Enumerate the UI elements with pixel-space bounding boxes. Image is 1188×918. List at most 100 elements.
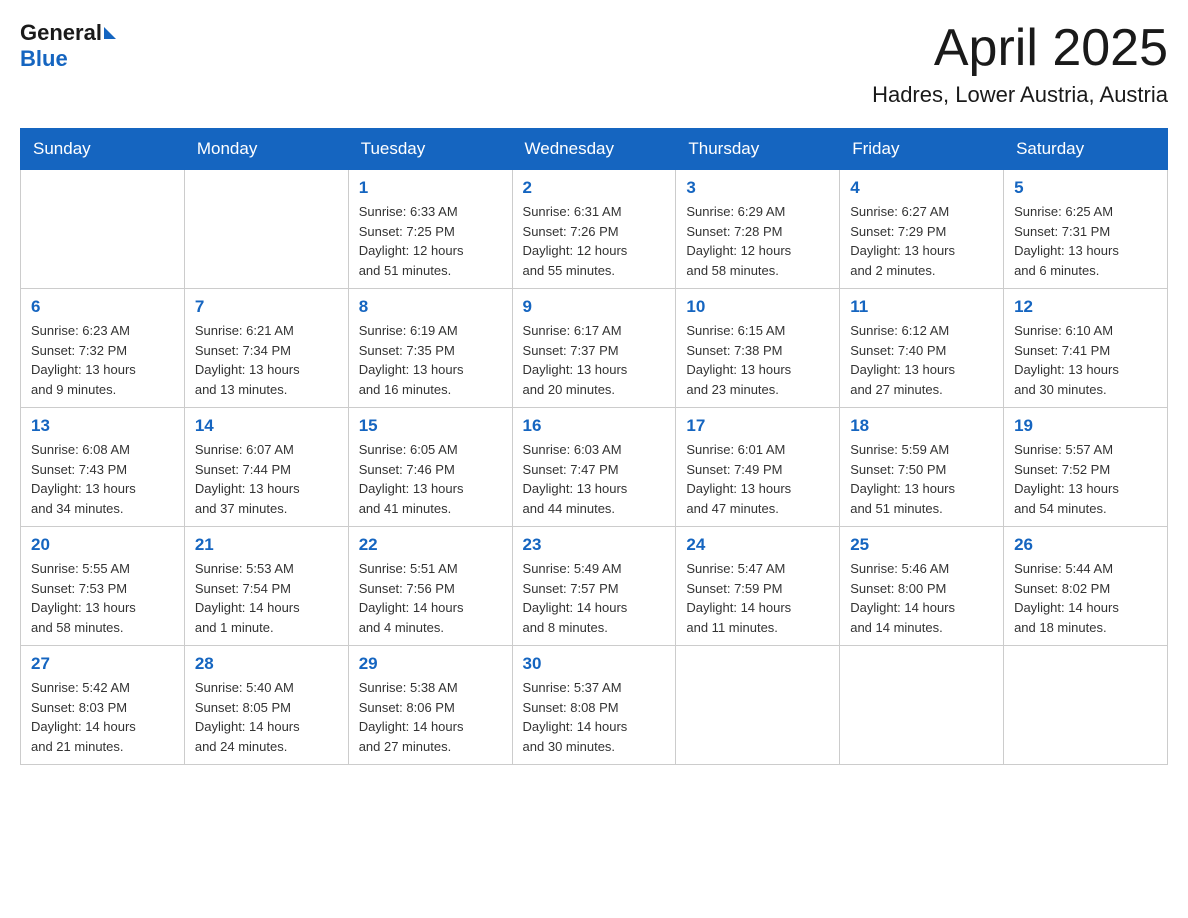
- day-number: 11: [850, 297, 993, 317]
- day-number: 25: [850, 535, 993, 555]
- day-number: 9: [523, 297, 666, 317]
- week-row-4: 20 Sunrise: 5:55 AMSunset: 7:53 PMDayligh…: [21, 527, 1168, 646]
- day-info: Sunrise: 6:03 AMSunset: 7:47 PMDaylight:…: [523, 440, 666, 518]
- day-number: 1: [359, 178, 502, 198]
- weekday-header-monday: Monday: [184, 129, 348, 170]
- day-number: 10: [686, 297, 829, 317]
- week-row-2: 6 Sunrise: 6:23 AMSunset: 7:32 PMDaylight…: [21, 289, 1168, 408]
- day-number: 12: [1014, 297, 1157, 317]
- calendar-cell: 18Sunrise: 5:59 AMSunset: 7:50 PMDayligh…: [840, 408, 1004, 527]
- day-info: Sunrise: 6:01 AMSunset: 7:49 PMDaylight:…: [686, 440, 829, 518]
- day-number: 2: [523, 178, 666, 198]
- calendar-cell: 13Sunrise: 6:08 AMSunset: 7:43 PMDayligh…: [21, 408, 185, 527]
- day-info: Sunrise: 5:57 AMSunset: 7:52 PMDaylight:…: [1014, 440, 1157, 518]
- week-row-1: 1 Sunrise: 6:33 AMSunset: 7:25 PMDaylight…: [21, 170, 1168, 289]
- calendar-cell: 7 Sunrise: 6:21 AMSunset: 7:34 PMDaylight…: [184, 289, 348, 408]
- day-number: 17: [686, 416, 829, 436]
- calendar-cell: 9 Sunrise: 6:17 AMSunset: 7:37 PMDaylight…: [512, 289, 676, 408]
- day-number: 4: [850, 178, 993, 198]
- calendar-cell: 10Sunrise: 6:15 AMSunset: 7:38 PMDayligh…: [676, 289, 840, 408]
- day-info: Sunrise: 6:05 AMSunset: 7:46 PMDaylight:…: [359, 440, 502, 518]
- day-number: 29: [359, 654, 502, 674]
- calendar-cell: 5Sunrise: 6:25 AMSunset: 7:31 PMDaylight…: [1004, 170, 1168, 289]
- calendar-cell: [1004, 646, 1168, 765]
- day-info: Sunrise: 6:10 AMSunset: 7:41 PMDaylight:…: [1014, 321, 1157, 399]
- calendar-cell: [676, 646, 840, 765]
- calendar-cell: 24 Sunrise: 5:47 AMSunset: 7:59 PMDayligh…: [676, 527, 840, 646]
- day-number: 22: [359, 535, 502, 555]
- day-info: Sunrise: 6:21 AMSunset: 7:34 PMDaylight:…: [195, 321, 338, 399]
- calendar-cell: [840, 646, 1004, 765]
- day-info: Sunrise: 5:40 AMSunset: 8:05 PMDaylight:…: [195, 678, 338, 756]
- logo-blue-text: Blue: [20, 46, 68, 72]
- calendar-cell: 23 Sunrise: 5:49 AMSunset: 7:57 PMDayligh…: [512, 527, 676, 646]
- weekday-header-row: SundayMondayTuesdayWednesdayThursdayFrid…: [21, 129, 1168, 170]
- weekday-header-sunday: Sunday: [21, 129, 185, 170]
- title-block: April 2025 Hadres, Lower Austria, Austri…: [872, 20, 1168, 108]
- calendar-cell: [21, 170, 185, 289]
- day-number: 27: [31, 654, 174, 674]
- calendar-cell: 30 Sunrise: 5:37 AMSunset: 8:08 PMDayligh…: [512, 646, 676, 765]
- calendar-table: SundayMondayTuesdayWednesdayThursdayFrid…: [20, 128, 1168, 765]
- day-info: Sunrise: 5:44 AMSunset: 8:02 PMDaylight:…: [1014, 559, 1157, 637]
- day-number: 6: [31, 297, 174, 317]
- calendar-cell: 28 Sunrise: 5:40 AMSunset: 8:05 PMDayligh…: [184, 646, 348, 765]
- logo-arrow-icon: [104, 27, 116, 39]
- calendar-cell: 2 Sunrise: 6:31 AMSunset: 7:26 PMDaylight…: [512, 170, 676, 289]
- calendar-cell: 22 Sunrise: 5:51 AMSunset: 7:56 PMDayligh…: [348, 527, 512, 646]
- weekday-header-tuesday: Tuesday: [348, 129, 512, 170]
- day-info: Sunrise: 5:59 AMSunset: 7:50 PMDaylight:…: [850, 440, 993, 518]
- week-row-5: 27 Sunrise: 5:42 AMSunset: 8:03 PMDayligh…: [21, 646, 1168, 765]
- calendar-cell: 4 Sunrise: 6:27 AMSunset: 7:29 PMDaylight…: [840, 170, 1004, 289]
- calendar-cell: [184, 170, 348, 289]
- calendar-cell: 21Sunrise: 5:53 AMSunset: 7:54 PMDayligh…: [184, 527, 348, 646]
- weekday-header-saturday: Saturday: [1004, 129, 1168, 170]
- day-number: 16: [523, 416, 666, 436]
- day-info: Sunrise: 5:51 AMSunset: 7:56 PMDaylight:…: [359, 559, 502, 637]
- calendar-cell: 25Sunrise: 5:46 AMSunset: 8:00 PMDayligh…: [840, 527, 1004, 646]
- week-row-3: 13Sunrise: 6:08 AMSunset: 7:43 PMDayligh…: [21, 408, 1168, 527]
- calendar-cell: 14Sunrise: 6:07 AMSunset: 7:44 PMDayligh…: [184, 408, 348, 527]
- day-info: Sunrise: 5:53 AMSunset: 7:54 PMDaylight:…: [195, 559, 338, 637]
- day-info: Sunrise: 6:31 AMSunset: 7:26 PMDaylight:…: [523, 202, 666, 280]
- day-number: 14: [195, 416, 338, 436]
- day-number: 15: [359, 416, 502, 436]
- calendar-cell: 20 Sunrise: 5:55 AMSunset: 7:53 PMDayligh…: [21, 527, 185, 646]
- day-info: Sunrise: 5:47 AMSunset: 7:59 PMDaylight:…: [686, 559, 829, 637]
- calendar-cell: 15 Sunrise: 6:05 AMSunset: 7:46 PMDayligh…: [348, 408, 512, 527]
- day-number: 20: [31, 535, 174, 555]
- day-info: Sunrise: 5:37 AMSunset: 8:08 PMDaylight:…: [523, 678, 666, 756]
- weekday-header-wednesday: Wednesday: [512, 129, 676, 170]
- day-number: 30: [523, 654, 666, 674]
- day-info: Sunrise: 6:23 AMSunset: 7:32 PMDaylight:…: [31, 321, 174, 399]
- day-info: Sunrise: 5:55 AMSunset: 7:53 PMDaylight:…: [31, 559, 174, 637]
- logo-general-text: General: [20, 20, 102, 46]
- weekday-header-thursday: Thursday: [676, 129, 840, 170]
- calendar-cell: 12 Sunrise: 6:10 AMSunset: 7:41 PMDayligh…: [1004, 289, 1168, 408]
- day-number: 24: [686, 535, 829, 555]
- weekday-header-friday: Friday: [840, 129, 1004, 170]
- day-info: Sunrise: 6:17 AMSunset: 7:37 PMDaylight:…: [523, 321, 666, 399]
- day-number: 13: [31, 416, 174, 436]
- page-header: General Blue April 2025 Hadres, Lower Au…: [20, 20, 1168, 108]
- day-info: Sunrise: 5:42 AMSunset: 8:03 PMDaylight:…: [31, 678, 174, 756]
- day-number: 3: [686, 178, 829, 198]
- calendar-cell: 17 Sunrise: 6:01 AMSunset: 7:49 PMDayligh…: [676, 408, 840, 527]
- calendar-cell: 16 Sunrise: 6:03 AMSunset: 7:47 PMDayligh…: [512, 408, 676, 527]
- day-number: 28: [195, 654, 338, 674]
- month-title: April 2025: [872, 20, 1168, 77]
- location-title: Hadres, Lower Austria, Austria: [872, 82, 1168, 108]
- day-info: Sunrise: 6:27 AMSunset: 7:29 PMDaylight:…: [850, 202, 993, 280]
- day-info: Sunrise: 6:33 AMSunset: 7:25 PMDaylight:…: [359, 202, 502, 280]
- day-number: 7: [195, 297, 338, 317]
- day-number: 23: [523, 535, 666, 555]
- day-number: 5: [1014, 178, 1157, 198]
- calendar-cell: 11 Sunrise: 6:12 AMSunset: 7:40 PMDayligh…: [840, 289, 1004, 408]
- day-info: Sunrise: 6:19 AMSunset: 7:35 PMDaylight:…: [359, 321, 502, 399]
- calendar-cell: 27 Sunrise: 5:42 AMSunset: 8:03 PMDayligh…: [21, 646, 185, 765]
- calendar-cell: 26Sunrise: 5:44 AMSunset: 8:02 PMDayligh…: [1004, 527, 1168, 646]
- day-info: Sunrise: 6:12 AMSunset: 7:40 PMDaylight:…: [850, 321, 993, 399]
- calendar-cell: 3Sunrise: 6:29 AMSunset: 7:28 PMDaylight…: [676, 170, 840, 289]
- day-info: Sunrise: 5:38 AMSunset: 8:06 PMDaylight:…: [359, 678, 502, 756]
- day-info: Sunrise: 5:49 AMSunset: 7:57 PMDaylight:…: [523, 559, 666, 637]
